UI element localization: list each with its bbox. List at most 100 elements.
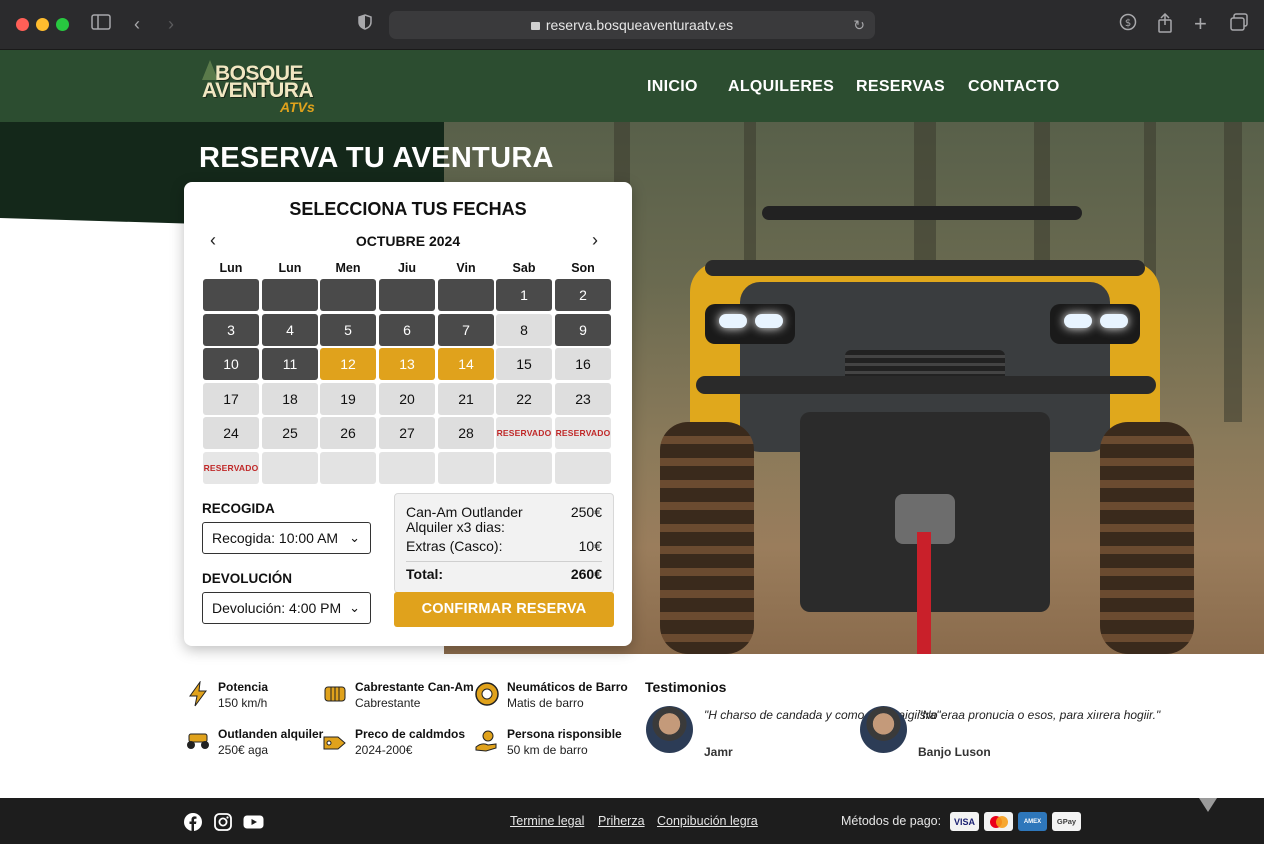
- tab-overview-icon[interactable]: [1230, 13, 1248, 36]
- browser-toolbar: ‹ › reserva.bosqueaventuraatv.es ↻ $ +: [0, 0, 1264, 50]
- calendar-day[interactable]: 27: [379, 417, 435, 450]
- summary-divider: [406, 561, 602, 562]
- sidebar-toggle-icon[interactable]: [91, 13, 111, 35]
- weekday-label: Lun: [219, 261, 243, 275]
- calendar-day-reserved[interactable]: RESERVADO: [555, 417, 611, 450]
- scroll-notch: [1199, 798, 1217, 812]
- calendar-day[interactable]: 28: [438, 417, 494, 450]
- calendar-day[interactable]: 2: [555, 279, 611, 311]
- downloads-icon[interactable]: $: [1119, 13, 1137, 36]
- calendar-day-reserved[interactable]: RESERVADO: [203, 452, 259, 484]
- summary-total-price: 260€: [570, 566, 602, 582]
- calendar-day[interactable]: 8: [496, 313, 552, 346]
- booking-card: SELECCIONA TUS FECHAS ‹ OCTUBRE 2024 › L…: [184, 182, 632, 646]
- site-header: BOSQUE AVENTURA ATVs INICIO ALQUILERES R…: [0, 50, 1264, 122]
- reload-icon[interactable]: ↻: [853, 11, 865, 39]
- testimonial-quote: "No eraa pronucia o esos, para xiırera h…: [918, 708, 1161, 722]
- footer-link-legal[interactable]: Termine legal: [510, 814, 584, 828]
- calendar-day[interactable]: 24: [203, 417, 259, 450]
- calendar-day[interactable]: 16: [555, 348, 611, 381]
- calendar-day[interactable]: 9: [555, 313, 611, 346]
- calendar-day[interactable]: 4: [262, 313, 318, 346]
- calendar-day[interactable]: 12: [320, 348, 376, 381]
- calendar-day[interactable]: 22: [496, 382, 552, 415]
- summary-extras-price: 10€: [578, 538, 602, 554]
- weekday-label: Sab: [512, 261, 536, 275]
- calendar-day[interactable]: [203, 279, 259, 311]
- return-select[interactable]: Devolución: 4:00 PM ⌄: [202, 592, 371, 624]
- logo[interactable]: BOSQUE AVENTURA ATVs: [200, 58, 330, 116]
- footer-link-privacy[interactable]: Priherza: [598, 814, 645, 828]
- calendar-day[interactable]: 21: [438, 382, 494, 415]
- calendar-day[interactable]: [320, 279, 376, 311]
- facebook-icon[interactable]: [184, 813, 202, 831]
- weekday-label: Son: [571, 261, 595, 275]
- instagram-icon[interactable]: [214, 813, 232, 831]
- calendar-day-empty: [438, 452, 494, 484]
- share-icon[interactable]: [1157, 12, 1173, 38]
- pickup-select[interactable]: Recogida: 10:00 AM ⌄: [202, 522, 371, 554]
- summary-item-price: 250€: [570, 504, 602, 520]
- calendar-day[interactable]: 7: [438, 313, 494, 346]
- forward-icon[interactable]: ›: [168, 13, 174, 35]
- calendar-day[interactable]: [262, 279, 318, 311]
- calendar-day[interactable]: 1: [496, 279, 552, 311]
- new-tab-icon[interactable]: +: [1194, 13, 1207, 35]
- hand-icon: [474, 729, 500, 755]
- feature-title: Outlanden alquiler: [218, 727, 324, 741]
- calendar-day-empty: [320, 452, 376, 484]
- maximize-window-button[interactable]: [56, 18, 69, 31]
- calendar-day[interactable]: 5: [320, 313, 376, 346]
- back-icon[interactable]: ‹: [134, 13, 140, 35]
- svg-text:$: $: [1125, 18, 1131, 29]
- calendar-day[interactable]: 18: [262, 382, 318, 415]
- next-month-icon[interactable]: ›: [592, 230, 598, 251]
- calendar-day[interactable]: 23: [555, 382, 611, 415]
- feature-subtitle: 250€ aga: [218, 743, 269, 757]
- calendar-day[interactable]: [438, 279, 494, 311]
- nav-inicio[interactable]: INICIO: [647, 78, 698, 96]
- calendar-day[interactable]: [379, 279, 435, 311]
- calendar-day-reserved[interactable]: RESERVADO: [496, 417, 552, 450]
- calendar-day-empty: [555, 452, 611, 484]
- chevron-down-icon: ⌄: [349, 600, 360, 615]
- calendar-day[interactable]: 10: [203, 348, 259, 381]
- calendar-day[interactable]: 19: [320, 382, 376, 415]
- calendar-day[interactable]: 20: [379, 382, 435, 415]
- minimize-window-button[interactable]: [36, 18, 49, 31]
- hero-title: RESERVA TU AVENTURA: [199, 142, 554, 174]
- confirm-booking-button[interactable]: CONFIRMAR RESERVA: [394, 592, 614, 627]
- feature-subtitle: 50 km de barro: [507, 743, 588, 757]
- summary-item-line2: Alquiler x3 dias:: [406, 519, 505, 535]
- calendar-day[interactable]: 11: [262, 348, 318, 381]
- calendar-day[interactable]: 15: [496, 348, 552, 381]
- calendar-day[interactable]: 6: [379, 313, 435, 346]
- nav-contacto[interactable]: CONTACTO: [968, 78, 1060, 96]
- price-tag-icon: [322, 729, 348, 755]
- return-label: DEVOLUCIÓN: [202, 571, 293, 586]
- footer-link-conditions[interactable]: Conpibución legra: [657, 814, 758, 828]
- nav-reservas[interactable]: RESERVAS: [856, 78, 945, 96]
- calendar-day[interactable]: 26: [320, 417, 376, 450]
- lightning-icon: [185, 680, 211, 707]
- calendar-day[interactable]: 13: [379, 348, 435, 381]
- youtube-icon[interactable]: [243, 813, 264, 831]
- address-bar[interactable]: reserva.bosqueaventuraatv.es ↻: [389, 11, 875, 39]
- testimonial-name: Jamr: [704, 745, 733, 759]
- feature-subtitle: 2024-200€: [355, 743, 413, 757]
- close-window-button[interactable]: [16, 18, 29, 31]
- avatar: [860, 706, 907, 753]
- nav-alquileres[interactable]: ALQUILERES: [728, 78, 834, 96]
- feature-subtitle: 150 km/h: [218, 696, 268, 710]
- calendar-day[interactable]: 14: [438, 348, 494, 381]
- price-summary: Can-Am Outlander Alquiler x3 dias: 250€ …: [394, 493, 614, 593]
- privacy-shield-icon[interactable]: [358, 13, 372, 35]
- calendar-day[interactable]: 3: [203, 313, 259, 346]
- site-footer: Termine legal Priherza Conpibución legra…: [0, 798, 1264, 844]
- calendar-day[interactable]: 25: [262, 417, 318, 450]
- weekday-label: Vin: [456, 261, 476, 275]
- payment-methods-label: Métodos de pago:: [841, 814, 942, 828]
- calendar-day-empty: [379, 452, 435, 484]
- calendar-day[interactable]: 17: [203, 382, 259, 415]
- avatar: [646, 706, 693, 753]
